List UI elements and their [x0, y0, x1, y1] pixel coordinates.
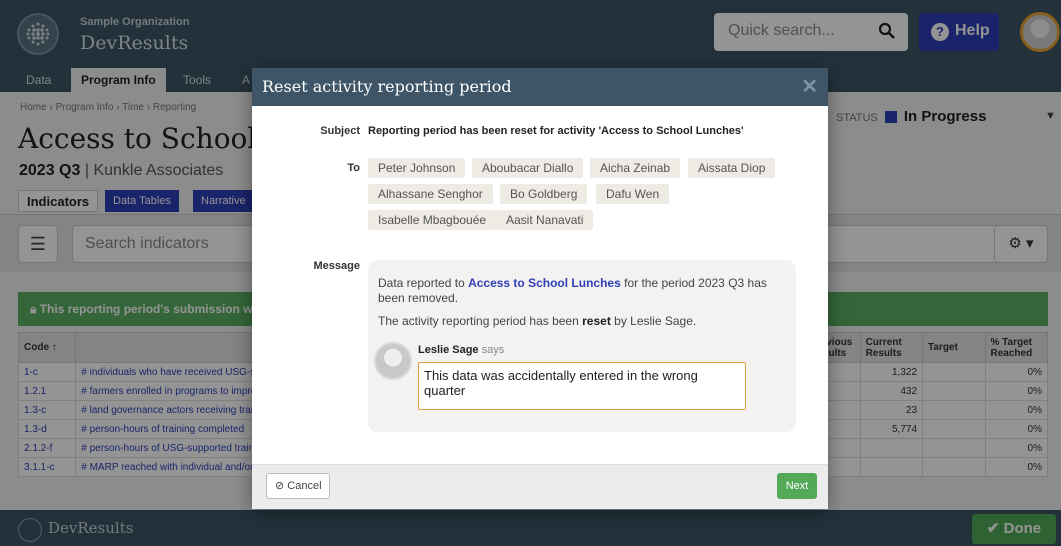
- recipient-chip[interactable]: Aissata Diop: [688, 158, 776, 178]
- recipient-chip[interactable]: Dafu Wen: [596, 184, 670, 204]
- subject-value: Reporting period has been reset for acti…: [368, 125, 744, 137]
- activity-link[interactable]: Access to School Lunches: [468, 276, 621, 290]
- recipient-chip[interactable]: Bo Goldberg: [500, 184, 588, 204]
- commenter-line: Leslie Sage says: [418, 344, 504, 356]
- next-button[interactable]: Next: [777, 473, 817, 499]
- recipient-chip[interactable]: Peter Johnson: [368, 158, 466, 178]
- says-label: says: [481, 344, 505, 356]
- cancel-button[interactable]: ⊘ Cancel: [266, 473, 330, 499]
- message-box: Data reported to Access to School Lunche…: [368, 260, 796, 432]
- recipient-chip[interactable]: Aboubacar Diallo: [472, 158, 584, 178]
- commenter-name: Leslie Sage: [418, 344, 479, 356]
- cancel-label: Cancel: [287, 480, 322, 492]
- subject-label: Subject: [320, 125, 360, 137]
- recipient-chip[interactable]: Aasit Nanavati: [496, 210, 594, 230]
- comment-textarea[interactable]: This data was accidentally entered in th…: [418, 362, 746, 410]
- reset-period-dialog: Reset activity reporting period ✕ Subjec…: [252, 68, 828, 509]
- message-paragraph: Data reported to Access to School Lunche…: [378, 276, 767, 305]
- dialog-title: Reset activity reporting period: [262, 77, 512, 96]
- message-reset-note: The activity reporting period has been r…: [378, 314, 697, 328]
- recipient-chip[interactable]: Isabelle Mbagbouée: [368, 210, 497, 230]
- dialog-header: Reset activity reporting period ✕: [252, 68, 828, 106]
- dialog-footer: ⊘ Cancel Next: [252, 464, 828, 509]
- commenter-avatar: [374, 342, 412, 380]
- recipient-chip[interactable]: Aicha Zeinab: [590, 158, 681, 178]
- close-icon[interactable]: ✕: [801, 74, 818, 99]
- message-label: Message: [313, 260, 360, 272]
- recipient-chip[interactable]: Alhassane Senghor: [368, 184, 493, 204]
- cancel-icon: ⊘: [275, 480, 285, 492]
- to-label: To: [347, 162, 360, 174]
